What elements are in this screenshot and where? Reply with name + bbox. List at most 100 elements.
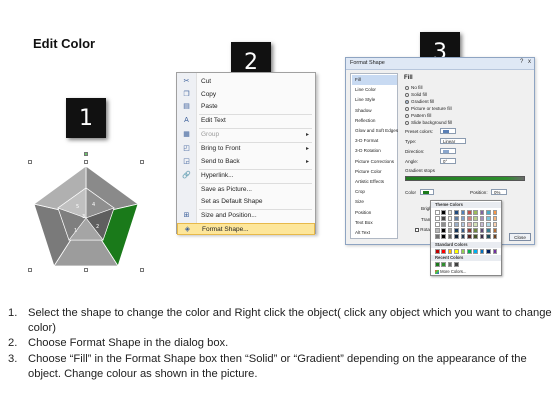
theme-color-swatch[interactable]	[492, 228, 498, 233]
theme-color-swatch[interactable]	[467, 234, 472, 239]
standard-color-swatch[interactable]	[473, 249, 478, 254]
nav-item-reflection[interactable]: Reflection	[352, 116, 397, 126]
nav-item-shadow[interactable]: Shadow	[352, 106, 397, 116]
fill-option-picture-or-texture-fill[interactable]: Picture or texture fill	[405, 105, 452, 112]
fill-option-pattern-fill[interactable]: Pattern fill	[405, 112, 431, 119]
theme-color-swatch[interactable]	[467, 210, 472, 215]
selection-handle[interactable]	[84, 268, 88, 272]
menu-item-size-and-position[interactable]: ⊞ Size and Position...	[177, 210, 315, 223]
theme-color-swatch[interactable]	[479, 210, 485, 215]
selection-handle[interactable]	[84, 160, 88, 164]
theme-color-swatch[interactable]	[454, 228, 459, 233]
standard-color-swatch[interactable]	[479, 249, 485, 254]
standard-color-swatch[interactable]	[454, 249, 459, 254]
theme-color-swatch[interactable]	[486, 222, 491, 227]
nav-item-text-box[interactable]: Text Box	[352, 218, 397, 228]
theme-color-swatch[interactable]	[486, 228, 491, 233]
nav-item-size[interactable]: Size	[352, 197, 397, 207]
rotation-handle[interactable]	[84, 152, 88, 156]
theme-color-swatch[interactable]	[435, 228, 440, 233]
type-select[interactable]: Linear	[440, 138, 466, 144]
nav-item-picture-color[interactable]: Picture Color	[352, 167, 397, 177]
recent-color-swatch[interactable]	[454, 262, 459, 267]
more-colors-button[interactable]: More Colors...	[435, 269, 466, 274]
theme-color-swatch[interactable]	[492, 234, 498, 239]
theme-color-swatch[interactable]	[479, 234, 485, 239]
theme-color-swatch[interactable]	[447, 228, 453, 233]
nav-item-alt-text[interactable]: Alt Text	[352, 228, 397, 238]
nav-item-glow-and-soft-edges[interactable]: Glow and Soft Edges	[352, 126, 398, 136]
theme-color-swatch[interactable]	[473, 228, 478, 233]
help-button[interactable]: ?	[520, 59, 523, 65]
fill-option-solid-fill[interactable]: Solid fill	[405, 91, 427, 98]
theme-color-swatch[interactable]	[447, 210, 453, 215]
theme-color-swatch[interactable]	[492, 222, 498, 227]
theme-color-swatch[interactable]	[447, 216, 453, 221]
angle-input[interactable]: 0°	[440, 158, 456, 164]
theme-color-swatch[interactable]	[486, 210, 491, 215]
theme-color-swatch[interactable]	[447, 222, 453, 227]
theme-color-swatch[interactable]	[435, 216, 440, 221]
menu-item-hyperlink[interactable]: 🔗 Hyperlink...	[177, 170, 315, 183]
fill-option-slide-background-fill[interactable]: Slide background fill	[405, 119, 452, 126]
radio-icon[interactable]	[405, 99, 409, 104]
close-button[interactable]: Close	[509, 233, 531, 241]
pentagon-graphic[interactable]: 5 4 3 2 1	[30, 162, 142, 272]
radio-icon[interactable]	[405, 85, 409, 90]
theme-color-swatch[interactable]	[492, 210, 498, 215]
selection-handle[interactable]	[140, 160, 144, 164]
standard-color-swatch[interactable]	[492, 249, 498, 254]
recent-color-swatch[interactable]	[441, 262, 446, 267]
recent-color-swatch[interactable]	[447, 262, 453, 267]
theme-color-swatch[interactable]	[435, 234, 440, 239]
standard-color-swatch[interactable]	[460, 249, 466, 254]
radio-icon[interactable]	[405, 92, 409, 97]
gradient-stops-bar[interactable]	[405, 176, 525, 181]
theme-color-swatch[interactable]	[447, 234, 453, 239]
selection-handle[interactable]	[28, 160, 32, 164]
theme-color-swatch[interactable]	[473, 216, 478, 221]
theme-color-swatch[interactable]	[473, 234, 478, 239]
nav-item-3-d-format[interactable]: 3-D Format	[352, 136, 397, 146]
fill-option-gradient-fill[interactable]: Gradient fill	[405, 98, 434, 105]
radio-icon[interactable]	[405, 106, 409, 111]
menu-item-save-as-picture[interactable]: Save as Picture...	[177, 184, 315, 197]
checkbox-icon[interactable]	[415, 227, 419, 232]
menu-item-paste[interactable]: ▤ Paste	[177, 101, 315, 114]
close-icon[interactable]: x	[528, 59, 531, 65]
nav-item-line-style[interactable]: Line Style	[352, 95, 397, 105]
theme-color-swatch[interactable]	[473, 210, 478, 215]
menu-item-group[interactable]: ▦ Group ▸	[177, 129, 315, 142]
standard-color-swatch[interactable]	[447, 249, 453, 254]
theme-color-swatch[interactable]	[460, 234, 466, 239]
theme-color-swatch[interactable]	[492, 216, 498, 221]
theme-color-swatch[interactable]	[454, 216, 459, 221]
menu-item-bring-to-front[interactable]: ◰ Bring to Front ▸	[177, 143, 315, 156]
theme-color-swatch[interactable]	[467, 228, 472, 233]
selection-handle[interactable]	[28, 268, 32, 272]
theme-color-swatch[interactable]	[441, 222, 446, 227]
pentagon-shape[interactable]: 5 4 3 2 1	[28, 152, 144, 272]
theme-color-swatch[interactable]	[435, 222, 440, 227]
theme-color-swatch[interactable]	[454, 210, 459, 215]
position-input[interactable]: 0%	[491, 189, 507, 195]
theme-color-swatch[interactable]	[441, 228, 446, 233]
theme-color-swatch[interactable]	[454, 234, 459, 239]
selection-handle[interactable]	[140, 268, 144, 272]
theme-color-swatch[interactable]	[454, 222, 459, 227]
theme-color-swatch[interactable]	[435, 210, 440, 215]
menu-item-set-as-default-shape[interactable]: Set as Default Shape	[177, 196, 315, 209]
radio-icon[interactable]	[405, 113, 409, 118]
direction-dropdown[interactable]	[440, 148, 456, 154]
nav-item-line-color[interactable]: Line Color	[352, 85, 397, 95]
theme-color-swatch[interactable]	[479, 222, 485, 227]
nav-item-fill[interactable]: Fill	[352, 75, 397, 85]
standard-color-swatch[interactable]	[467, 249, 472, 254]
nav-item-picture-corrections[interactable]: Picture Corrections	[352, 157, 397, 167]
theme-color-swatch[interactable]	[441, 210, 446, 215]
theme-color-swatch[interactable]	[486, 234, 491, 239]
menu-item-send-to-back[interactable]: ◲ Send to Back ▸	[177, 156, 315, 169]
theme-color-swatch[interactable]	[441, 216, 446, 221]
theme-color-swatch[interactable]	[441, 234, 446, 239]
menu-item-copy[interactable]: ❐ Copy	[177, 89, 315, 102]
